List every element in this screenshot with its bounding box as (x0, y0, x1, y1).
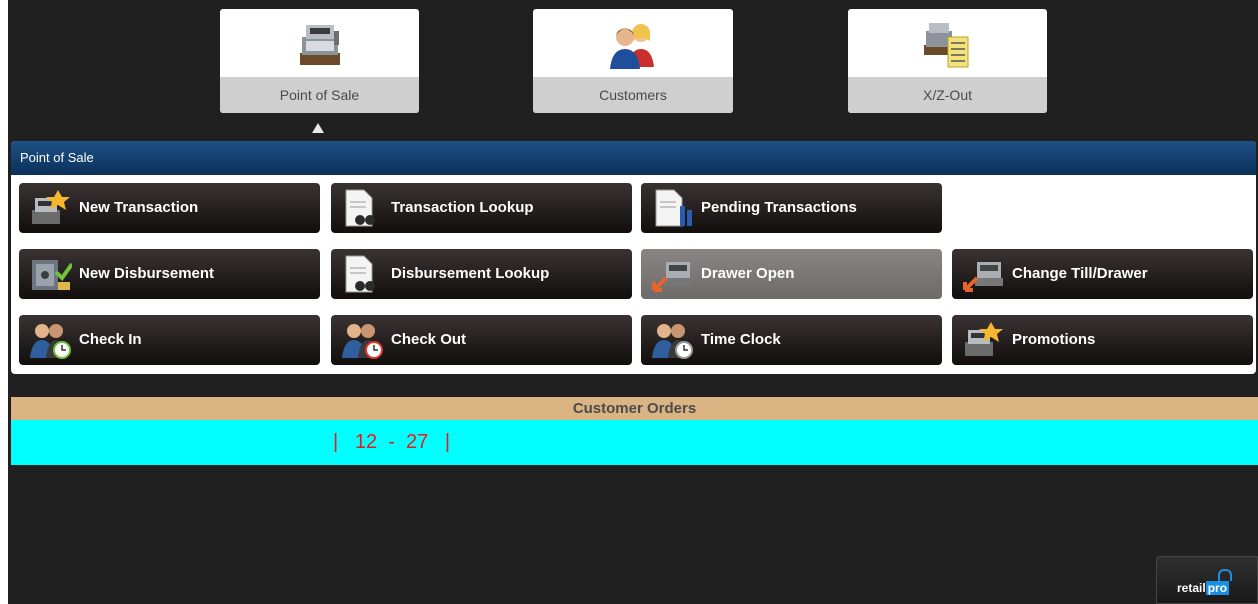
new-disbursement-button[interactable]: New Disbursement (19, 249, 320, 299)
pos-panel: Point of Sale New Transaction Transactio… (11, 141, 1256, 374)
check-out-button[interactable]: Check Out (331, 315, 632, 365)
app-background: Point of Sale Customers X/Z-Out Point of… (8, 0, 1258, 604)
change-drawer-icon (961, 254, 1005, 294)
button-label: Promotions (1012, 331, 1096, 348)
pending-document-icon (650, 188, 694, 228)
drawer-open-icon (650, 254, 694, 294)
button-label: New Transaction (79, 199, 199, 216)
disbursement-lookup-button[interactable]: Disbursement Lookup (331, 249, 632, 299)
active-tile-indicator (312, 123, 324, 133)
tile-customers[interactable]: Customers (533, 9, 733, 113)
check-in-icon (28, 320, 72, 360)
button-label: Check In (79, 331, 142, 348)
check-out-icon (340, 320, 384, 360)
disbursement-safe-icon (28, 254, 74, 294)
button-label: Check Out (391, 331, 467, 348)
button-label: Change Till/Drawer (1012, 265, 1148, 282)
tile-label: Point of Sale (220, 77, 419, 113)
button-label: Time Clock (701, 331, 781, 348)
tile-xz-out[interactable]: X/Z-Out (848, 9, 1047, 113)
check-in-button[interactable]: Check In (19, 315, 320, 365)
cash-register-icon (220, 15, 419, 75)
logo-retail: retail (1177, 581, 1206, 595)
retail-pro-logo: retail pro (1156, 556, 1258, 604)
pos-panel-title: Point of Sale (11, 141, 1256, 175)
pending-transactions-button[interactable]: Pending Transactions (641, 183, 942, 233)
change-till-drawer-button[interactable]: Change Till/Drawer (952, 249, 1253, 299)
button-label: New Disbursement (79, 265, 215, 282)
button-label: Drawer Open (701, 265, 795, 282)
document-binoculars-icon (340, 254, 384, 294)
tile-label: Customers (533, 77, 733, 113)
new-transaction-button[interactable]: New Transaction (19, 183, 320, 233)
button-label: Disbursement Lookup (391, 265, 550, 282)
tile-label: X/Z-Out (848, 77, 1047, 113)
button-label: Transaction Lookup (391, 199, 534, 216)
drawer-open-button[interactable]: Drawer Open (641, 249, 942, 299)
new-transaction-icon (28, 188, 72, 228)
customer-orders-range: | 12 - 27 | (333, 431, 451, 453)
shopping-bag-icon (1218, 569, 1232, 581)
document-binoculars-icon (340, 188, 384, 228)
logo-pro: pro (1205, 581, 1230, 595)
tile-point-of-sale[interactable]: Point of Sale (220, 9, 419, 113)
customer-orders-header: Customer Orders (11, 397, 1258, 420)
button-label: Pending Transactions (701, 199, 857, 216)
register-receipt-icon (848, 15, 1047, 75)
promotions-icon (961, 320, 1005, 360)
time-clock-button[interactable]: Time Clock (641, 315, 942, 365)
promotions-button[interactable]: Promotions (952, 315, 1253, 365)
transaction-lookup-button[interactable]: Transaction Lookup (331, 183, 632, 233)
logo-text: retail pro (1177, 581, 1230, 595)
customer-orders-bar: | 12 - 27 | (11, 420, 1258, 465)
time-clock-icon (650, 320, 694, 360)
customers-icon (533, 15, 733, 75)
